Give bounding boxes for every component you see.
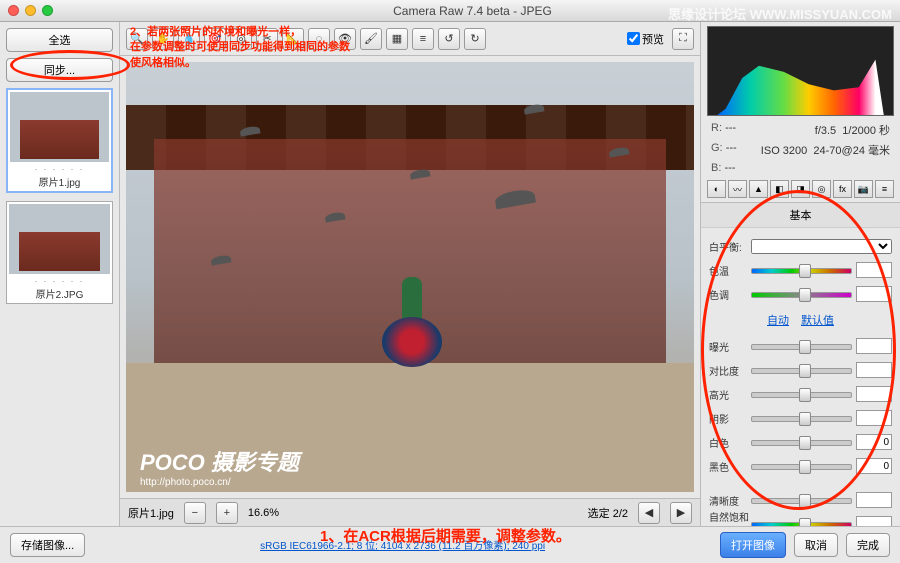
color-sampler-tool[interactable]: 🎯: [204, 28, 226, 50]
spot-tool[interactable]: ◌: [308, 28, 330, 50]
save-image-button[interactable]: 存储图像...: [10, 533, 85, 557]
whites-slider[interactable]: [751, 435, 852, 449]
tab-basic[interactable]: ◐: [707, 180, 726, 198]
redeye-tool[interactable]: 👁: [334, 28, 356, 50]
open-image-button[interactable]: 打开图像: [720, 532, 786, 558]
temp-value[interactable]: [856, 262, 892, 278]
panel-title: 基本: [701, 203, 900, 228]
histogram[interactable]: [707, 26, 894, 116]
tab-fx[interactable]: fx: [833, 180, 852, 198]
default-link[interactable]: 默认值: [801, 315, 834, 327]
workflow-link[interactable]: sRGB IEC61966-2.1; 8 位; 4104 x 2736 (11.…: [260, 541, 545, 552]
tab-lens[interactable]: ◎: [812, 180, 831, 198]
adjust-brush-tool[interactable]: 🖌: [360, 28, 382, 50]
rotate-ccw[interactable]: ↺: [438, 28, 460, 50]
whites-value[interactable]: [856, 434, 892, 450]
watermark-topright: 思缘设计论坛 WWW.MISSYUAN.COM: [668, 4, 892, 23]
zoom-tool[interactable]: 🔍: [126, 28, 148, 50]
zoom-level[interactable]: 16.6%: [248, 507, 279, 519]
shadows-slider[interactable]: [751, 411, 852, 425]
temp-slider[interactable]: [751, 263, 852, 277]
wb-select[interactable]: [751, 239, 892, 254]
exposure-value[interactable]: [856, 338, 892, 354]
clarity-value[interactable]: [856, 492, 892, 508]
minimize-window[interactable]: [25, 5, 36, 16]
contrast-slider[interactable]: [751, 363, 852, 377]
tint-slider[interactable]: [751, 287, 852, 301]
hand-tool[interactable]: ✋: [152, 28, 174, 50]
sync-button[interactable]: 同步...: [6, 58, 113, 82]
rotate-cw[interactable]: ↻: [464, 28, 486, 50]
cancel-button[interactable]: 取消: [794, 533, 838, 557]
done-button[interactable]: 完成: [846, 533, 890, 557]
tab-curve[interactable]: 〰: [728, 180, 747, 198]
wb-label: 白平衡:: [709, 239, 751, 254]
select-all-button[interactable]: 全选: [6, 28, 113, 52]
crop-tool[interactable]: ✂: [256, 28, 278, 50]
selection-counter: 选定 2/2: [588, 505, 628, 521]
current-filename: 原片1.jpg: [128, 505, 174, 521]
auto-link[interactable]: 自动: [767, 315, 789, 327]
tab-detail[interactable]: ▲: [749, 180, 768, 198]
image-preview[interactable]: [126, 62, 694, 492]
wb-tool[interactable]: 💧: [178, 28, 200, 50]
zoom-in[interactable]: +: [216, 502, 238, 524]
thumb-label: 原片1.jpg: [10, 172, 109, 189]
shadows-value[interactable]: [856, 410, 892, 426]
zoom-window[interactable]: [42, 5, 53, 16]
thumbnail-2[interactable]: . . . . . . 原片2.JPG: [6, 201, 113, 304]
thumbnail-1[interactable]: . . . . . . 原片1.jpg: [6, 88, 113, 193]
preview-checkbox[interactable]: [627, 32, 640, 45]
contrast-value[interactable]: [856, 362, 892, 378]
prev-image[interactable]: ◀: [638, 502, 660, 524]
tab-hsl[interactable]: ◧: [770, 180, 789, 198]
straighten-tool[interactable]: 📐: [282, 28, 304, 50]
watermark-bottomleft: POCO 摄影专题 http://photo.poco.cn/: [140, 445, 299, 488]
clarity-slider[interactable]: [751, 493, 852, 507]
blacks-value[interactable]: [856, 458, 892, 474]
tint-value[interactable]: [856, 286, 892, 302]
tab-presets[interactable]: ≡: [875, 180, 894, 198]
tab-split[interactable]: ◨: [791, 180, 810, 198]
prefs-tool[interactable]: ≡: [412, 28, 434, 50]
tab-camera[interactable]: 📷: [854, 180, 873, 198]
vibrance-slider[interactable]: [751, 517, 852, 526]
blacks-slider[interactable]: [751, 459, 852, 473]
gradient-tool[interactable]: ▦: [386, 28, 408, 50]
zoom-out[interactable]: −: [184, 502, 206, 524]
highlights-slider[interactable]: [751, 387, 852, 401]
thumb-label: 原片2.JPG: [9, 284, 110, 301]
next-image[interactable]: ▶: [670, 502, 692, 524]
preview-label: 预览: [642, 31, 664, 47]
exposure-slider[interactable]: [751, 339, 852, 353]
highlights-value[interactable]: [856, 386, 892, 402]
vibrance-value[interactable]: [856, 516, 892, 526]
fullscreen-toggle[interactable]: ⛶: [672, 28, 694, 50]
close-window[interactable]: [8, 5, 19, 16]
target-adjust-tool[interactable]: ◎: [230, 28, 252, 50]
